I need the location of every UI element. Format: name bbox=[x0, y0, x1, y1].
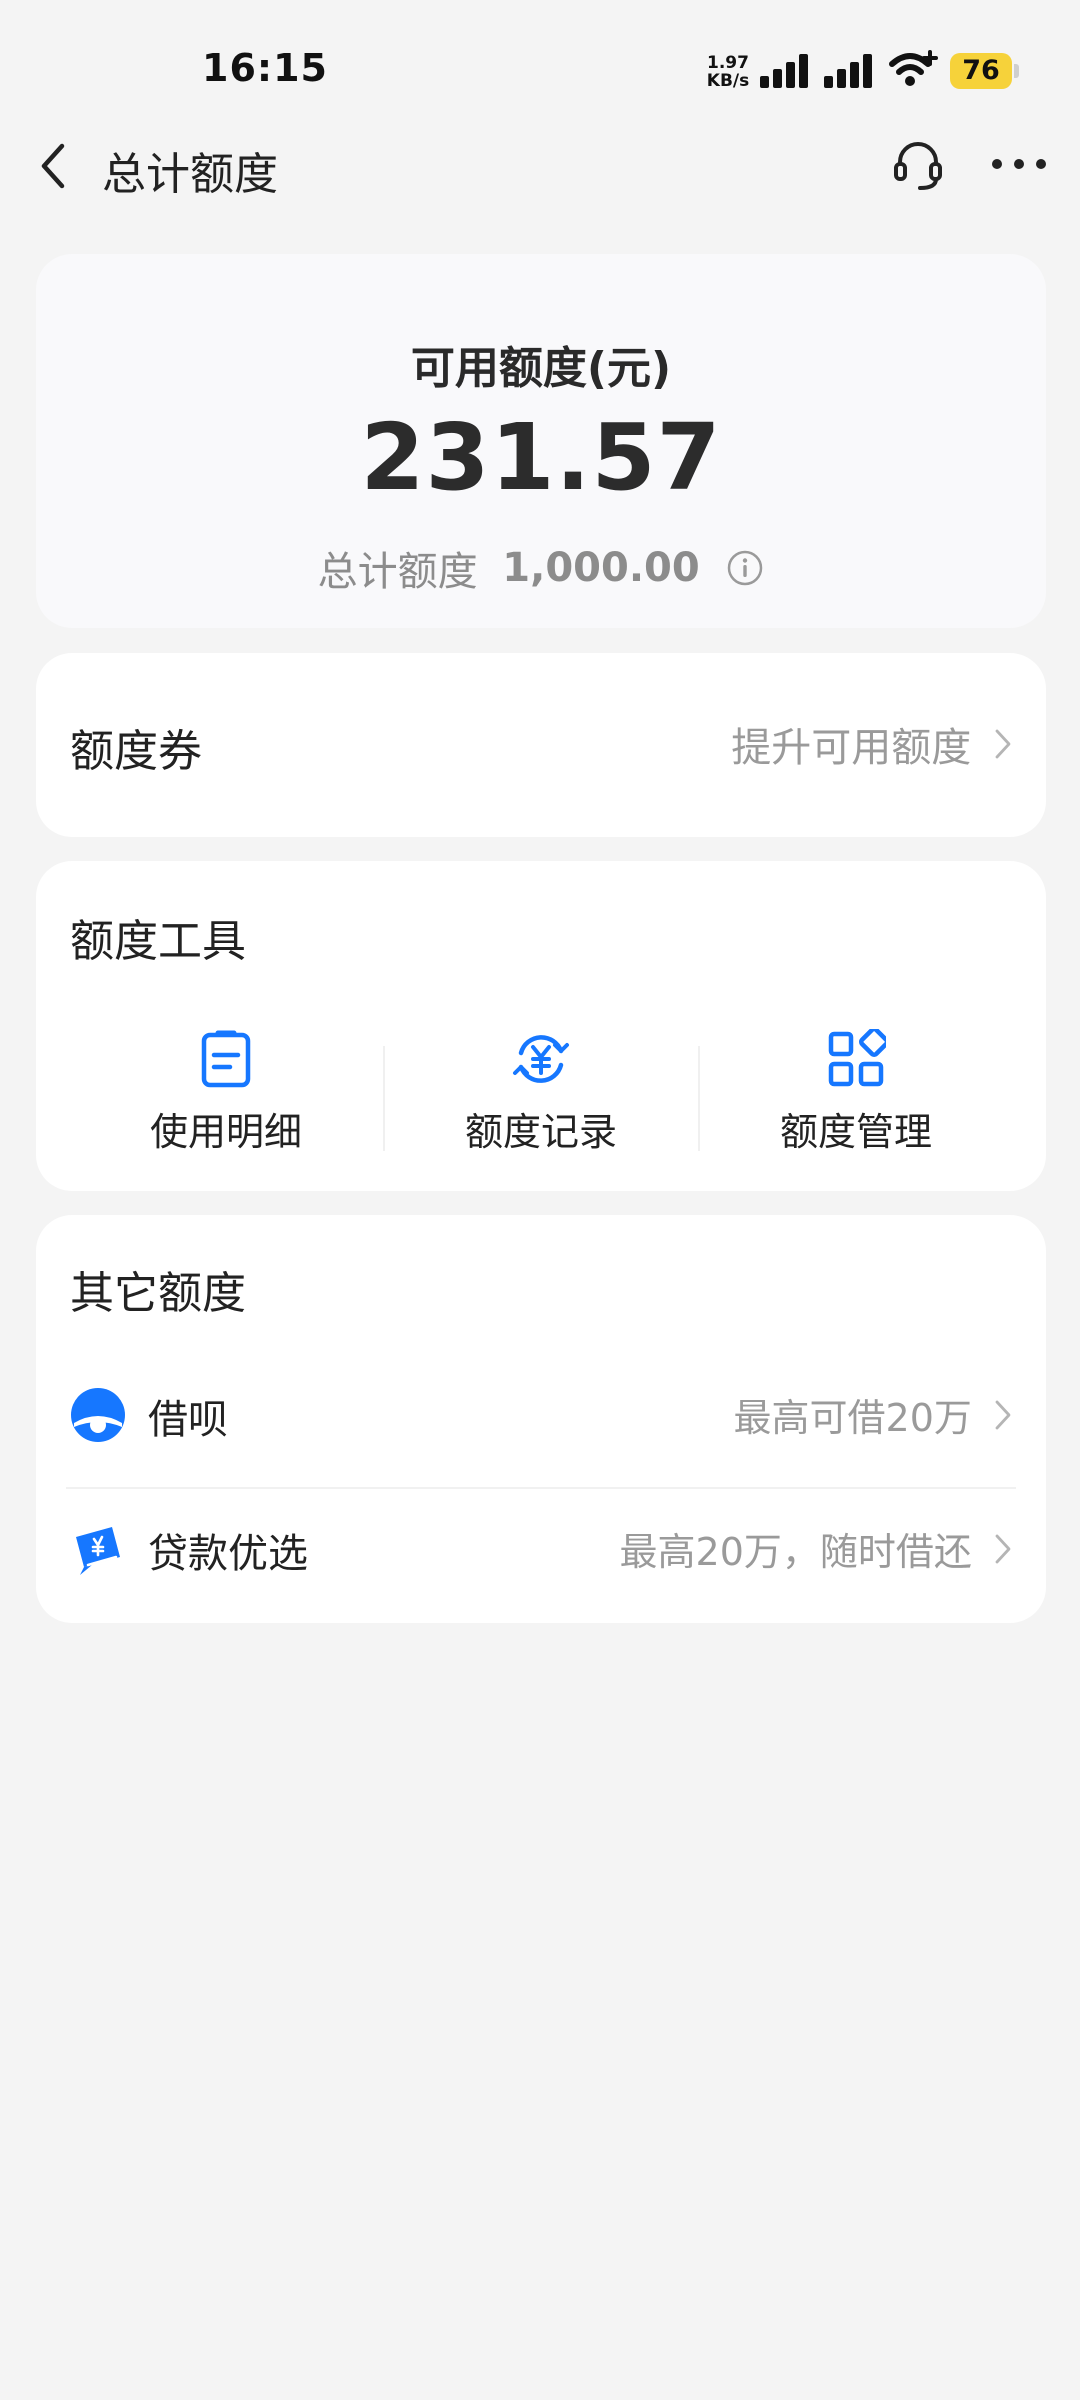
available-credit-card: 可用额度(元) 231.57 总计额度 1,000.00 bbox=[36, 254, 1046, 628]
loan-selection-note: 最高20万，随时借还 bbox=[620, 1521, 1012, 1576]
yen-cycle-icon bbox=[513, 1035, 569, 1083]
network-speed-value: 1.97 bbox=[707, 53, 749, 73]
list-item-jiebei[interactable]: 借呗 最高可借20万 bbox=[36, 1361, 1046, 1481]
battery-level: 76 bbox=[962, 55, 1000, 86]
credit-management-label: 额度管理 bbox=[779, 1110, 932, 1154]
cellular-signal-icon bbox=[824, 54, 872, 88]
info-icon[interactable] bbox=[726, 549, 764, 587]
credit-coupon-title: 额度券 bbox=[70, 726, 202, 777]
available-credit-label: 可用额度(元) bbox=[410, 343, 672, 394]
wifi-icon bbox=[889, 50, 938, 86]
clipboard-icon bbox=[201, 1030, 251, 1088]
status-time: 16:15 bbox=[202, 46, 328, 90]
back-chevron-icon[interactable] bbox=[34, 140, 74, 192]
credit-history-label: 额度记录 bbox=[464, 1110, 617, 1154]
network-speed-unit: KB/s bbox=[706, 71, 750, 91]
increase-credit-link[interactable]: 提升可用额度 bbox=[731, 715, 1012, 773]
available-credit-amount: 231.57 bbox=[360, 404, 722, 511]
jiebei-note: 最高可借20万 bbox=[734, 1387, 1012, 1442]
list-item-loan-selection[interactable]: 贷款优选 最高20万，随时借还 bbox=[36, 1495, 1046, 1615]
usage-details-button[interactable]: 使用明细 bbox=[76, 1029, 376, 1159]
total-credit-label: 总计额度 bbox=[317, 549, 478, 595]
credit-coupon-card[interactable]: 额度券 提升可用额度 bbox=[36, 653, 1046, 837]
increase-credit-label: 提升可用额度 bbox=[731, 725, 972, 771]
other-credit-title: 其它额度 bbox=[70, 1268, 246, 1319]
headset-icon[interactable] bbox=[890, 136, 946, 192]
chevron-right-icon bbox=[995, 1534, 1011, 1563]
usage-details-label: 使用明细 bbox=[149, 1110, 302, 1154]
battery-icon: 76 bbox=[950, 53, 1012, 89]
loan-selection-label: 贷款优选 bbox=[148, 1531, 308, 1577]
chevron-right-icon bbox=[995, 1400, 1011, 1429]
loan-selection-note-text: 最高20万，随时借还 bbox=[619, 1530, 972, 1574]
jiebei-note-text: 最高可借20万 bbox=[733, 1396, 972, 1440]
cellular-signal-icon bbox=[760, 54, 808, 88]
jiebei-label: 借呗 bbox=[148, 1397, 228, 1443]
row-divider bbox=[66, 1487, 1016, 1489]
jiebei-logo-icon bbox=[71, 1388, 125, 1442]
battery-tip bbox=[1014, 64, 1019, 78]
top-nav-bar: 总计额度 bbox=[0, 130, 1080, 200]
credit-tools-card: 额度工具 使用明细 额度记录 额度管理 bbox=[36, 861, 1046, 1191]
total-credit-amount: 1,000.00 bbox=[502, 545, 700, 591]
other-credit-card: 其它额度 借呗 最高可借20万 贷款优选 最高20万，随时借还 bbox=[36, 1215, 1046, 1623]
credit-history-button[interactable]: 额度记录 bbox=[391, 1029, 691, 1159]
page-title: 总计额度 bbox=[102, 149, 278, 200]
total-credit-row: 总计额度 1,000.00 bbox=[36, 539, 1046, 597]
credit-management-button[interactable]: 额度管理 bbox=[706, 1029, 1006, 1159]
more-icon[interactable] bbox=[990, 152, 1048, 176]
credit-tools-title: 额度工具 bbox=[70, 916, 246, 967]
status-bar: 16:15 1.97 KB/s 76 bbox=[0, 0, 1080, 140]
grid-apps-icon bbox=[828, 1029, 886, 1087]
tool-divider bbox=[383, 1046, 385, 1151]
tool-divider bbox=[698, 1046, 700, 1151]
loan-card-icon bbox=[76, 1527, 120, 1575]
chevron-right-icon bbox=[995, 729, 1011, 759]
network-speed: 1.97 KB/s bbox=[704, 54, 752, 90]
